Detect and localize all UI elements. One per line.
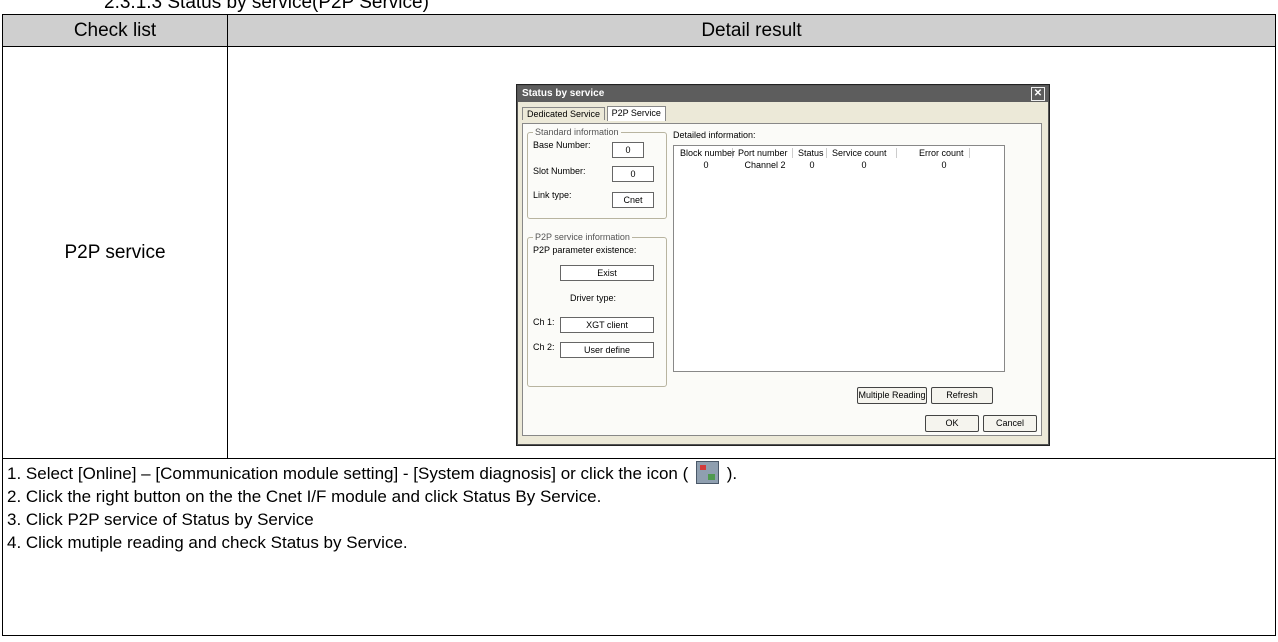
status-dialog: Status by service ✕ Dedicated Service P2… <box>517 85 1049 445</box>
driver-type-label: Driver type: <box>570 293 617 303</box>
step-1: 1. Select [Online] – [Communication modu… <box>7 461 1275 485</box>
cell-error-count: 0 <box>941 160 947 170</box>
system-diagnosis-icon <box>695 461 719 484</box>
check-table: Check list Detail result P2P service Sta… <box>2 14 1276 636</box>
p2p-parameter-field: Exist <box>560 265 654 281</box>
tab-dedicated-service[interactable]: Dedicated Service <box>522 107 606 120</box>
dialog-title: Status by service <box>522 88 605 99</box>
header-check-list: Check list <box>2 14 228 47</box>
step-3: 3. Click P2P service of Status by Servic… <box>7 510 314 529</box>
ch2-field: User define <box>560 342 654 358</box>
link-type-field: Cnet <box>612 192 654 208</box>
ch1-field: XGT client <box>560 317 654 333</box>
instructions-cell: 1. Select [Online] – [Communication modu… <box>2 458 1276 636</box>
tab-panel: Standard information Base Number: 0 Slot… <box>522 123 1042 436</box>
link-type-label: Link type: <box>533 190 572 200</box>
ch2-label: Ch 2: <box>533 342 555 352</box>
base-number-label: Base Number: <box>533 140 591 150</box>
dialog-titlebar: Status by service ✕ <box>518 86 1048 102</box>
slot-number-label: Slot Number: <box>533 166 586 176</box>
cancel-button[interactable]: Cancel <box>983 415 1037 432</box>
section-heading: 2.3.1.3 Status by service(P2P Service) <box>104 0 429 13</box>
cell-port-number: Channel 2 <box>744 160 786 170</box>
ok-button[interactable]: OK <box>925 415 979 432</box>
step-4: 4. Click mutiple reading and check Statu… <box>7 533 408 552</box>
p2p-info-label: P2P service information <box>533 232 632 242</box>
ch1-label: Ch 1: <box>533 317 555 327</box>
slot-number-field: 0 <box>612 166 654 182</box>
step-1-end: ). <box>726 464 738 483</box>
step-1-text: 1. Select [Online] – [Communication modu… <box>7 464 689 483</box>
tab-p2p-service[interactable]: P2P Service <box>606 106 666 121</box>
col-service-count[interactable]: Service count <box>832 148 897 158</box>
standard-info-group: Standard information Base Number: 0 Slot… <box>527 127 667 219</box>
check-item: P2P service <box>2 46 228 459</box>
standard-info-label: Standard information <box>533 127 621 137</box>
p2p-parameter-label: P2P parameter existence: <box>533 245 637 255</box>
cell-service-count: 0 <box>861 160 867 170</box>
col-error-count[interactable]: Error count <box>919 148 970 158</box>
header-detail-result: Detail result <box>227 14 1276 47</box>
p2p-info-group: P2P service information P2P parameter ex… <box>527 232 667 387</box>
cell-block-number: 0 <box>703 160 709 170</box>
col-port-number[interactable]: Port number <box>738 148 793 158</box>
base-number-field: 0 <box>612 142 644 158</box>
close-icon[interactable]: ✕ <box>1031 87 1045 101</box>
multiple-reading-button[interactable]: Multiple Reading <box>857 387 927 404</box>
tab-bar: Dedicated Service P2P Service <box>522 106 666 123</box>
detail-cell: Status by service ✕ Dedicated Service P2… <box>227 46 1276 459</box>
detail-list[interactable]: Block number Port number Status Service … <box>673 145 1005 372</box>
cell-status: 0 <box>809 160 815 170</box>
detailed-info-label: Detailed information: <box>673 130 756 140</box>
col-block-number[interactable]: Block number <box>680 148 735 158</box>
col-status[interactable]: Status <box>798 148 827 158</box>
step-2: 2. Click the right button on the the Cne… <box>7 487 602 506</box>
refresh-button[interactable]: Refresh <box>931 387 993 404</box>
